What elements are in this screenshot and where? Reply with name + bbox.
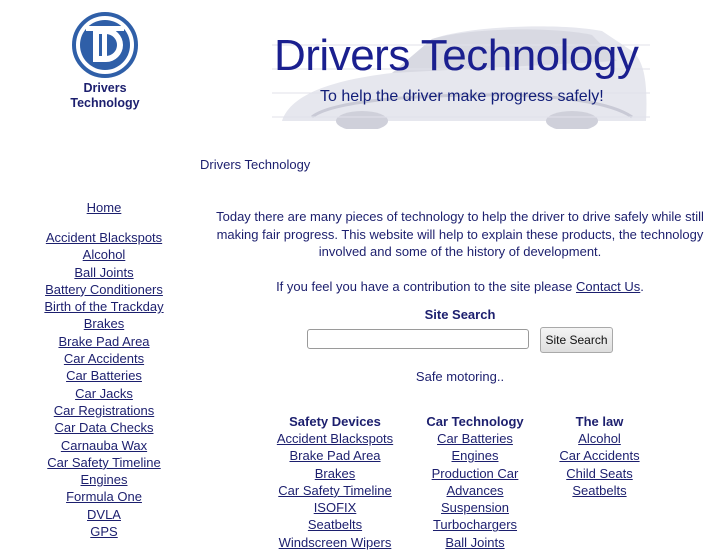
tech-link-turbochargers[interactable]: Turbochargers <box>418 516 532 533</box>
tech-link-suspension[interactable]: Suspension <box>418 499 532 516</box>
sidebar-item-birth-of-the-trackday[interactable]: Birth of the Trackday <box>38 298 170 315</box>
sidebar-item-car-jacks[interactable]: Car Jacks <box>38 385 170 402</box>
page-breadcrumb: Drivers Technology <box>200 157 311 172</box>
the-law-heading: The law <box>575 414 624 429</box>
car-technology-heading: Car Technology <box>426 414 524 429</box>
sidebar-item-car-data-checks[interactable]: Car Data Checks <box>38 419 170 436</box>
sidebar-item-carnauba-wax[interactable]: Carnauba Wax <box>38 437 170 454</box>
sidebar-item-battery-conditioners[interactable]: Battery Conditioners <box>38 281 170 298</box>
sidebar-item-engines[interactable]: Engines <box>38 471 170 488</box>
safety-link-seatbelts[interactable]: Seatbelts <box>273 516 397 533</box>
car-technology-column: Car Technology Car Batteries Engines Pro… <box>418 413 532 551</box>
sidebar-nav: Home Accident Blackspots Alcohol Ball Jo… <box>38 199 170 540</box>
dt-logo-icon <box>72 12 138 78</box>
intro-paragraph: Today there are many pieces of technolog… <box>216 209 704 259</box>
sidebar-home-link[interactable]: Home <box>38 199 170 216</box>
site-logo[interactable]: Drivers Technology <box>58 12 152 111</box>
contribute-paragraph: If you feel you have a contribution to t… <box>213 278 707 296</box>
sidebar-item-brake-pad-area[interactable]: Brake Pad Area <box>38 333 170 350</box>
tech-link-engines[interactable]: Engines <box>418 447 532 464</box>
safety-link-brake-pad-area[interactable]: Brake Pad Area <box>273 447 397 464</box>
law-link-child-seats[interactable]: Child Seats <box>552 465 647 482</box>
logo-line-1: Drivers <box>83 81 127 95</box>
safety-devices-column: Safety Devices Accident Blackspots Brake… <box>273 413 397 551</box>
safety-link-brakes[interactable]: Brakes <box>273 465 397 482</box>
sidebar-item-gps[interactable]: GPS <box>38 523 170 540</box>
header-banner: Drivers Technology To help the driver ma… <box>272 21 650 129</box>
safety-link-windscreen-wipers[interactable]: Windscreen Wipers <box>273 534 397 551</box>
sidebar-item-car-accidents[interactable]: Car Accidents <box>38 350 170 367</box>
search-input[interactable] <box>307 329 529 349</box>
sidebar-item-alcohol[interactable]: Alcohol <box>38 246 170 263</box>
the-law-column: The law Alcohol Car Accidents Child Seat… <box>552 413 647 499</box>
safety-link-accident-blackspots[interactable]: Accident Blackspots <box>273 430 397 447</box>
tech-link-advances[interactable]: Advances <box>418 482 532 499</box>
safe-motoring-text: Safe motoring.. <box>415 369 505 384</box>
sidebar-list: Accident Blackspots Alcohol Ball Joints … <box>38 229 170 540</box>
contribute-text: If you feel you have a contribution to t… <box>276 278 576 294</box>
safety-link-car-safety-timeline[interactable]: Car Safety Timeline <box>273 482 397 499</box>
sidebar-item-car-safety-timeline[interactable]: Car Safety Timeline <box>38 454 170 471</box>
sidebar-item-car-batteries[interactable]: Car Batteries <box>38 367 170 384</box>
main-content: Today there are many pieces of technolog… <box>213 208 707 295</box>
safety-link-isofix[interactable]: ISOFIX <box>273 499 397 516</box>
banner-tagline: To help the driver make progress safely! <box>320 88 604 105</box>
tech-link-ball-joints[interactable]: Ball Joints <box>418 534 532 551</box>
search-label: Site Search <box>424 307 496 322</box>
tech-link-car-batteries[interactable]: Car Batteries <box>418 430 532 447</box>
tech-link-production-car[interactable]: Production Car <box>418 465 532 482</box>
sidebar-item-formula-one[interactable]: Formula One <box>38 488 170 505</box>
sidebar-item-accident-blackspots[interactable]: Accident Blackspots <box>38 229 170 246</box>
safety-devices-heading: Safety Devices <box>289 414 381 429</box>
law-link-alcohol[interactable]: Alcohol <box>552 430 647 447</box>
sidebar-item-ball-joints[interactable]: Ball Joints <box>38 264 170 281</box>
law-link-seatbelts[interactable]: Seatbelts <box>552 482 647 499</box>
sidebar-item-dvla[interactable]: DVLA <box>38 506 170 523</box>
logo-line-2: Technology <box>70 96 140 110</box>
law-link-car-accidents[interactable]: Car Accidents <box>552 447 647 464</box>
contact-us-link[interactable]: Contact Us <box>576 279 640 294</box>
sidebar-item-brakes[interactable]: Brakes <box>38 315 170 332</box>
banner-title: Drivers Technology <box>274 31 639 80</box>
sidebar-item-car-registrations[interactable]: Car Registrations <box>38 402 170 419</box>
contribute-suffix: . <box>640 278 644 294</box>
site-search-button[interactable]: Site Search <box>540 327 613 353</box>
